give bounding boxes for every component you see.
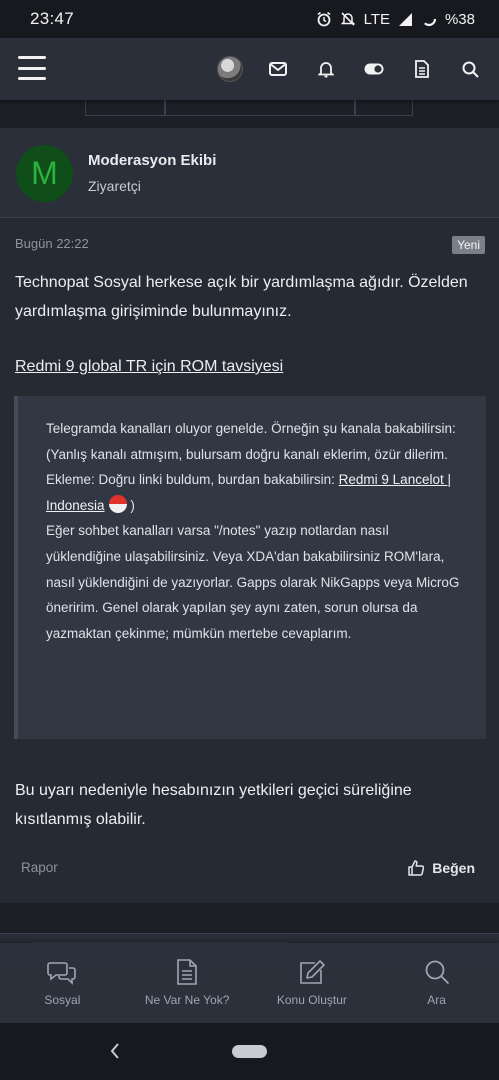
envelope-icon[interactable] <box>263 54 293 84</box>
nav-label: Konu Oluştur <box>276 993 347 1007</box>
post-date[interactable]: Bugün 22:22 <box>15 236 89 251</box>
document-icon[interactable] <box>407 54 437 84</box>
back-icon[interactable] <box>108 1041 122 1066</box>
message-post: M Moderasyon Ekibi Ziyaretçi Bugün 22:22… <box>0 128 499 903</box>
signal-icon <box>398 12 413 27</box>
author-avatar[interactable]: M <box>16 145 73 202</box>
previous-content-box <box>165 100 355 116</box>
nav-label: Sosyal <box>44 993 81 1007</box>
bottom-navigation: Sosyal Ne Var Ne Yok? Konu Oluştur Ara <box>0 943 499 1023</box>
home-pill-button[interactable] <box>232 1045 267 1058</box>
message-user-header: M Moderasyon Ekibi Ziyaretçi <box>0 128 499 218</box>
user-avatar-button[interactable] <box>215 54 245 84</box>
author-name[interactable]: Moderasyon Ekibi <box>88 152 216 169</box>
nav-sosyal[interactable]: Sosyal <box>0 943 125 1023</box>
app-header <box>0 38 499 100</box>
chat-bubbles-icon <box>47 962 77 985</box>
thread-link[interactable]: Redmi 9 global TR için ROM tavsiyesi <box>15 358 283 376</box>
battery-percent: %38 <box>444 10 475 28</box>
new-badge: Yeni <box>452 236 485 254</box>
nav-label: Ne Var Ne Yok? <box>144 993 230 1007</box>
quote-line-suffix: ) <box>126 497 135 513</box>
status-indicators: LTE %38 <box>316 11 475 28</box>
like-label: Beğen <box>432 860 475 876</box>
document-icon <box>177 959 197 985</box>
edit-icon <box>300 960 325 984</box>
nav-ara[interactable]: Ara <box>374 943 499 1023</box>
quote-line: Ekleme: Doğru linki buldum, burdan bakab… <box>46 467 461 518</box>
quote-line: Telegramda kanalları oluyor genelde. Örn… <box>46 421 456 436</box>
report-button[interactable]: Rapor <box>21 860 58 875</box>
nav-konu-olustur[interactable]: Konu Oluştur <box>250 943 375 1023</box>
previous-content-strip <box>0 100 499 128</box>
mute-icon <box>340 11 356 27</box>
quote-block: Telegramda kanalları oluyor genelde. Örn… <box>14 396 486 739</box>
nav-ne-var-ne-yok[interactable]: Ne Var Ne Yok? <box>125 943 250 1023</box>
search-icon[interactable] <box>455 54 485 84</box>
avatar <box>217 56 243 82</box>
like-button[interactable]: Beğen <box>408 860 475 876</box>
post-notice-text: Bu uyarı nedeniyle hesabınızın yetkileri… <box>15 782 412 828</box>
previous-content-box <box>355 100 413 116</box>
system-navigation-bar <box>0 1023 499 1080</box>
quote-line: Eğer sohbet kanalları varsa "/notes" yaz… <box>46 523 460 641</box>
nav-label: Ara <box>427 993 446 1007</box>
quote-line: (Yanlış kanalı atmışım, bulursam doğru k… <box>46 446 448 462</box>
network-label: LTE <box>363 10 390 28</box>
alarm-icon <box>316 11 332 27</box>
search-icon <box>425 960 449 985</box>
thumbs-up-icon <box>408 860 425 876</box>
quote-line-prefix: Ekleme: Doğru linki buldum, burdan bakab… <box>46 472 339 488</box>
status-time: 23:47 <box>30 9 75 28</box>
quote-text: Telegramda kanalları oluyor genelde. Örn… <box>46 416 461 646</box>
author-title: Ziyaretçi <box>88 178 141 194</box>
battery-icon <box>421 11 437 27</box>
previous-content-box <box>85 100 165 116</box>
post-intro-text: Technopat Sosyal herkese açık bir yardım… <box>15 274 468 320</box>
status-bar: 23:47 LTE %38 <box>0 0 499 38</box>
toggle-icon[interactable] <box>359 54 389 84</box>
menu-icon[interactable] <box>18 56 46 80</box>
indonesia-flag-icon <box>108 494 127 513</box>
bell-icon[interactable] <box>311 54 341 84</box>
